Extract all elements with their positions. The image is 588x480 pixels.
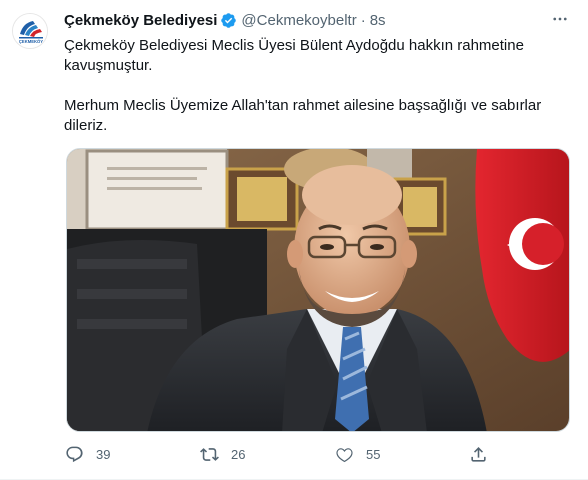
tweet-text: Çekmeköy Belediyesi Meclis Üyesi Bülent … xyxy=(64,36,564,136)
author-name[interactable]: Çekmeköy Belediyesi xyxy=(64,12,217,29)
tweet-actions: 39 26 55 xyxy=(64,442,494,466)
reply-icon xyxy=(64,444,84,464)
cekmekoy-logo-icon: ÇEKMEKÖY xyxy=(13,14,47,48)
reply-button[interactable]: 39 xyxy=(64,442,110,466)
tweet-text-line: Merhum Meclis Üyemize Allah'tan rahmet a… xyxy=(64,97,542,134)
tweet-photo[interactable] xyxy=(66,148,570,432)
portrait-photo xyxy=(67,149,569,431)
like-count: 55 xyxy=(366,446,381,462)
like-button[interactable]: 55 xyxy=(334,442,380,466)
more-icon[interactable] xyxy=(548,9,572,29)
tweet-header: Çekmeköy Belediyesi @Cekmekoybeltr · 8s xyxy=(64,10,386,30)
retweet-button[interactable]: 26 xyxy=(199,442,245,466)
verified-badge-icon xyxy=(220,12,237,29)
author-avatar[interactable]: ÇEKMEKÖY xyxy=(12,13,48,49)
share-icon xyxy=(468,444,488,464)
share-button[interactable] xyxy=(468,442,488,466)
retweet-count: 26 xyxy=(231,446,246,462)
tweet-text-line: Çekmeköy Belediyesi Meclis Üyesi Bülent … xyxy=(64,37,524,74)
reply-count: 39 xyxy=(96,446,111,462)
tweet-timestamp[interactable]: 8s xyxy=(370,12,386,29)
avatar-logo-text: ÇEKMEKÖY xyxy=(19,39,43,44)
like-icon xyxy=(334,444,354,464)
separator-dot: · xyxy=(360,11,366,29)
retweet-icon xyxy=(199,444,219,464)
author-handle[interactable]: @Cekmekoybeltr xyxy=(241,12,356,29)
tweet-card[interactable]: ÇEKMEKÖY Çekmeköy Belediyesi @Cekmekoybe… xyxy=(0,0,588,480)
